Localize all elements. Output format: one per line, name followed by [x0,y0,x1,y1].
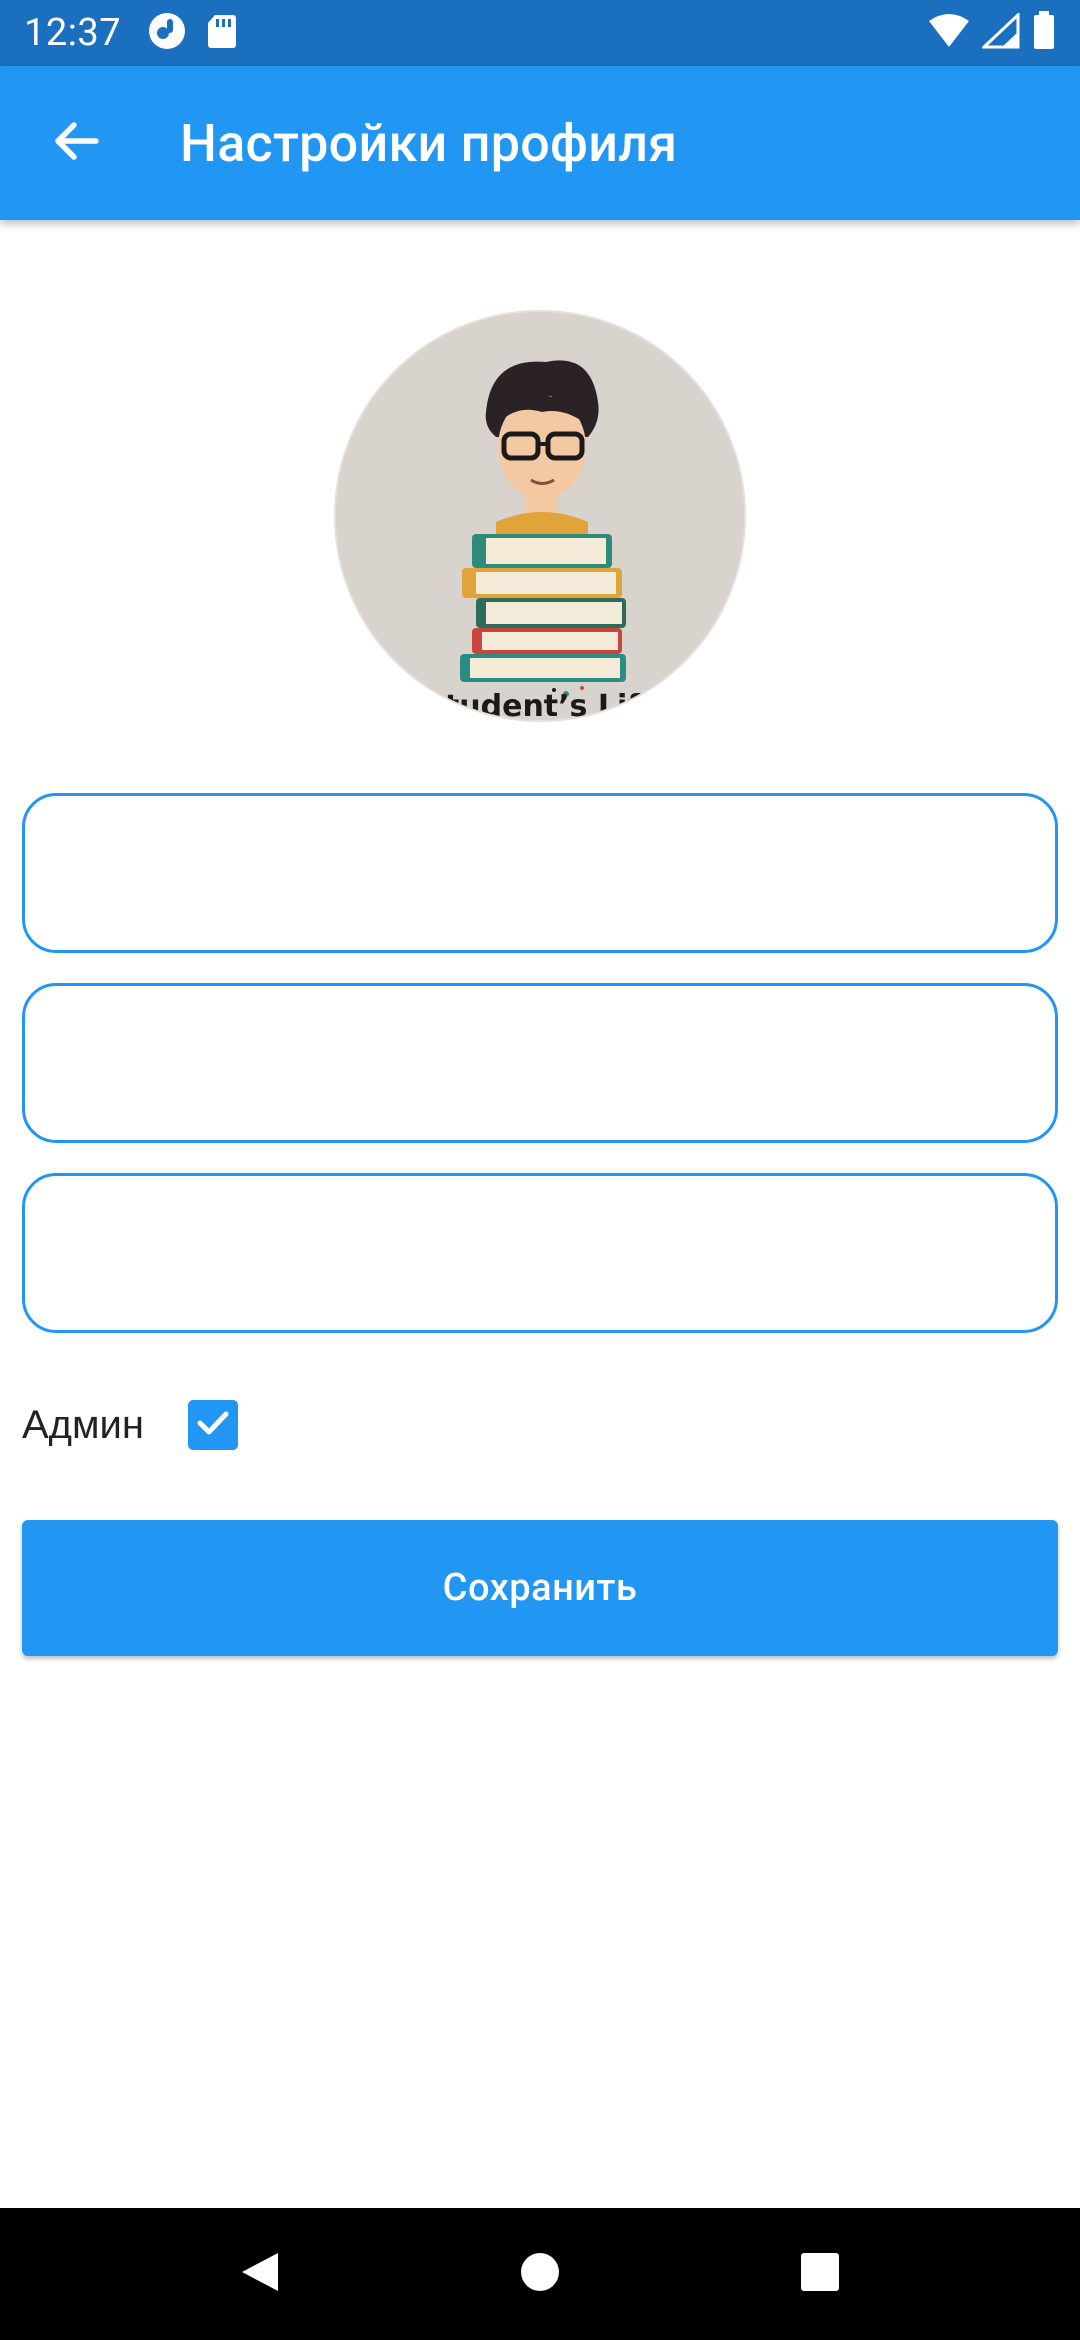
status-time: 12:37 [24,11,122,55]
arrow-left-icon [50,115,102,171]
sd-card-icon [207,13,237,53]
back-button[interactable] [16,66,136,220]
admin-label: Админ [22,1402,144,1447]
nav-recents-button[interactable] [780,2234,860,2314]
battery-icon [1032,11,1056,55]
page-title: Настройки профиля [180,112,678,174]
student-life-logo: Student’s Life [336,312,744,722]
checkmark-icon [193,1403,233,1447]
system-nav-bar [0,2208,1080,2340]
back-triangle-icon [238,2249,282,2299]
nav-home-button[interactable] [500,2234,580,2314]
profile-field-1[interactable] [22,793,1058,953]
app-bar: Настройки профиля [0,66,1080,220]
profile-input-3[interactable] [25,1176,1055,1330]
save-button[interactable]: Сохранить [22,1520,1058,1656]
profile-input-1[interactable] [25,796,1055,950]
notification-circle-icon [147,11,187,55]
admin-checkbox[interactable] [187,1400,238,1450]
admin-row: Админ [22,1400,238,1450]
nav-back-button[interactable] [220,2234,300,2314]
profile-field-2[interactable] [22,983,1058,1143]
wifi-icon [928,13,970,53]
home-circle-icon [519,2251,561,2297]
recents-square-icon [799,2251,841,2297]
avatar[interactable]: Student’s Life [334,310,746,722]
profile-field-3[interactable] [22,1173,1058,1333]
status-left-icons [147,11,237,55]
logo-text: Student’s Life [423,689,660,722]
status-right-icons [928,11,1056,55]
signal-icon [980,11,1020,53]
profile-input-2[interactable] [25,986,1055,1140]
status-bar: 12:37 [0,0,1080,66]
